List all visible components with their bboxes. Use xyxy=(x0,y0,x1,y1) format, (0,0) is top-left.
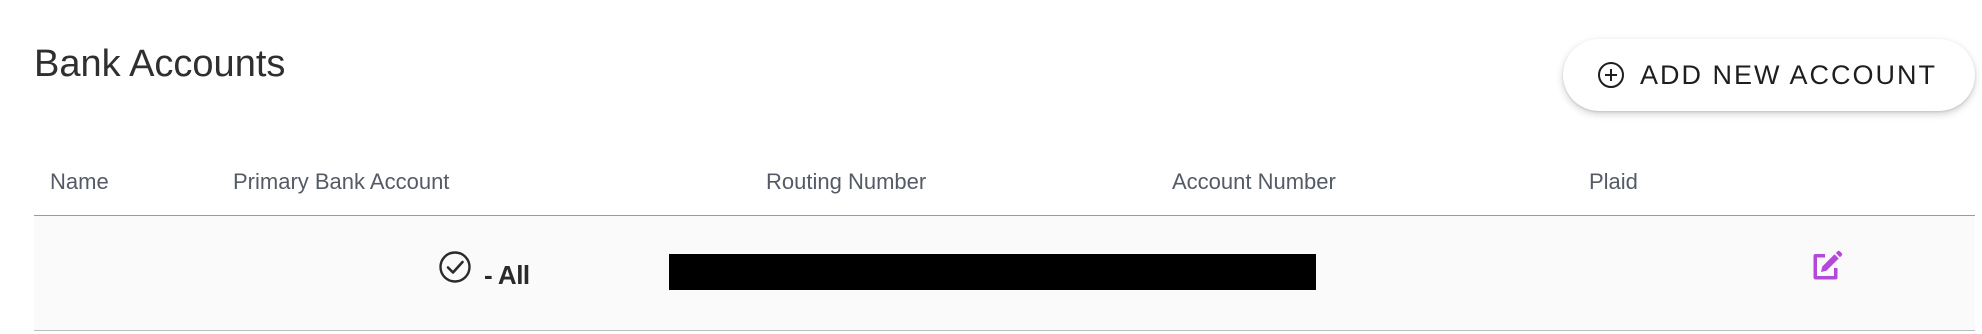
add-new-account-button[interactable]: ADD NEW ACCOUNT xyxy=(1563,39,1975,111)
column-header-name[interactable]: Name xyxy=(50,169,109,195)
table-row[interactable]: - All xyxy=(34,216,1975,331)
check-circle-icon xyxy=(438,250,472,284)
plus-circle-icon xyxy=(1596,60,1626,90)
add-new-account-label: ADD NEW ACCOUNT xyxy=(1640,59,1938,90)
table-header-row: Name Primary Bank Account Routing Number… xyxy=(34,150,1975,216)
page-title: Bank Accounts xyxy=(34,43,286,85)
column-header-plaid[interactable]: Plaid xyxy=(1589,169,1638,195)
column-header-account-number[interactable]: Account Number xyxy=(1172,169,1336,195)
primary-bank-account-value: - All xyxy=(484,260,530,290)
redacted-routing-account-number xyxy=(669,254,1316,290)
bank-accounts-table: Name Primary Bank Account Routing Number… xyxy=(34,150,1975,331)
edit-icon[interactable] xyxy=(1807,248,1843,284)
column-header-primary-bank-account[interactable]: Primary Bank Account xyxy=(233,169,449,195)
column-header-routing-number[interactable]: Routing Number xyxy=(766,169,926,195)
